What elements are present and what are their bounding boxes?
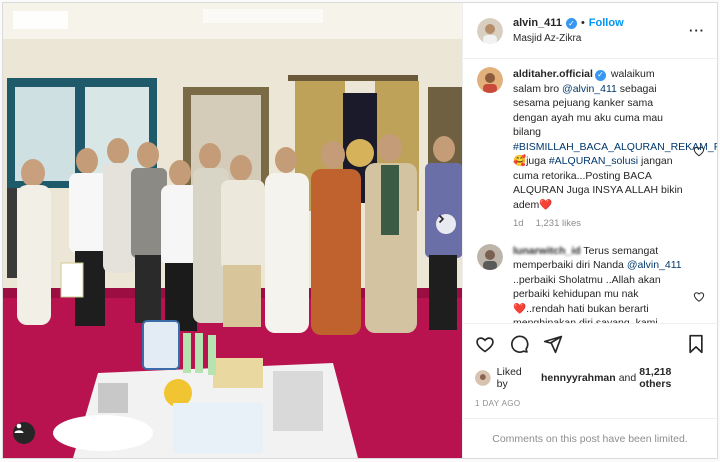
hashtag-link[interactable]: #BISMILLAH_BACA_ALQURAN_REKAM_POSTING_ju… xyxy=(513,141,717,153)
comment-time: 1d xyxy=(513,218,524,229)
hashtag-link[interactable]: #ALQURAN_solusi xyxy=(549,155,638,167)
liker-username[interactable]: hennyyrahman xyxy=(541,372,616,384)
comment-likes[interactable]: 1,231 likes xyxy=(536,217,581,232)
action-icons xyxy=(475,332,705,356)
comment-part: 🥰juga xyxy=(513,155,549,167)
comment-heart-icon[interactable] xyxy=(693,248,705,324)
comment-item: lunarwitch_id Terus semangat memperbaiki… xyxy=(477,243,705,324)
comments-limited-notice: Comments on this post have been limited. xyxy=(463,418,717,458)
comment-text: alditaher.official ✓ walaikum salam bro @… xyxy=(513,67,717,232)
comment-heart-icon[interactable] xyxy=(693,71,705,232)
comment-username[interactable]: lunarwitch_id xyxy=(513,245,581,257)
comments-list: alditaher.official ✓ walaikum salam bro @… xyxy=(463,59,717,323)
heart-icon[interactable] xyxy=(475,334,495,354)
comment-username[interactable]: alditaher.official xyxy=(513,68,593,80)
post-timestamp: 1 DAY AGO xyxy=(475,399,521,408)
post-location[interactable]: Masjid Az-Zikra xyxy=(513,31,689,46)
separator-dot: • xyxy=(580,16,585,29)
share-icon[interactable] xyxy=(543,334,563,354)
likes-summary: Liked by hennyyrahman and 81,218 others xyxy=(475,366,705,390)
verified-icon: ✓ xyxy=(594,69,606,81)
bookmark-icon[interactable] xyxy=(687,334,705,354)
commenter-avatar[interactable] xyxy=(477,243,503,270)
post-actions: Liked by hennyyrahman and 81,218 others … xyxy=(463,323,717,418)
group-photo-image xyxy=(3,3,462,458)
commenter-avatar[interactable] xyxy=(477,67,503,93)
comment-icon[interactable] xyxy=(509,334,529,354)
comment-meta: 1d 1,231 likes xyxy=(513,217,683,232)
author-avatar[interactable] xyxy=(477,17,503,44)
post-header: alvin_411 ✓ • Follow Masjid Az-Zikra ··· xyxy=(463,3,717,59)
author-username[interactable]: alvin_411 xyxy=(513,16,562,31)
comment-item: alditaher.official ✓ walaikum salam bro @… xyxy=(477,67,717,232)
mention-link[interactable]: @alvin_411 xyxy=(627,259,682,271)
likes-count[interactable]: 81,218 others xyxy=(639,366,705,390)
likes-middle: and xyxy=(618,372,637,384)
follow-button[interactable]: Follow xyxy=(589,16,624,31)
comment-part: ..perbaiki Sholatmu ..Allah akan perbaik… xyxy=(513,273,661,324)
more-icon[interactable]: ··· xyxy=(689,23,705,38)
post-side-panel: alvin_411 ✓ • Follow Masjid Az-Zikra ···… xyxy=(462,3,717,458)
header-text: alvin_411 ✓ • Follow Masjid Az-Zikra xyxy=(513,16,689,46)
post-window: alvin_411 ✓ • Follow Masjid Az-Zikra ···… xyxy=(2,2,718,459)
comment-text: lunarwitch_id Terus semangat memperbaiki… xyxy=(513,244,683,324)
verified-icon: ✓ xyxy=(565,17,577,29)
tag-user-icon[interactable] xyxy=(13,422,35,444)
likes-prefix: Liked by xyxy=(496,366,522,390)
liker-avatar[interactable] xyxy=(475,370,491,386)
next-arrow-icon[interactable] xyxy=(436,214,456,234)
post-photo[interactable] xyxy=(3,3,462,458)
mention-link[interactable]: @alvin_411 xyxy=(562,83,617,95)
